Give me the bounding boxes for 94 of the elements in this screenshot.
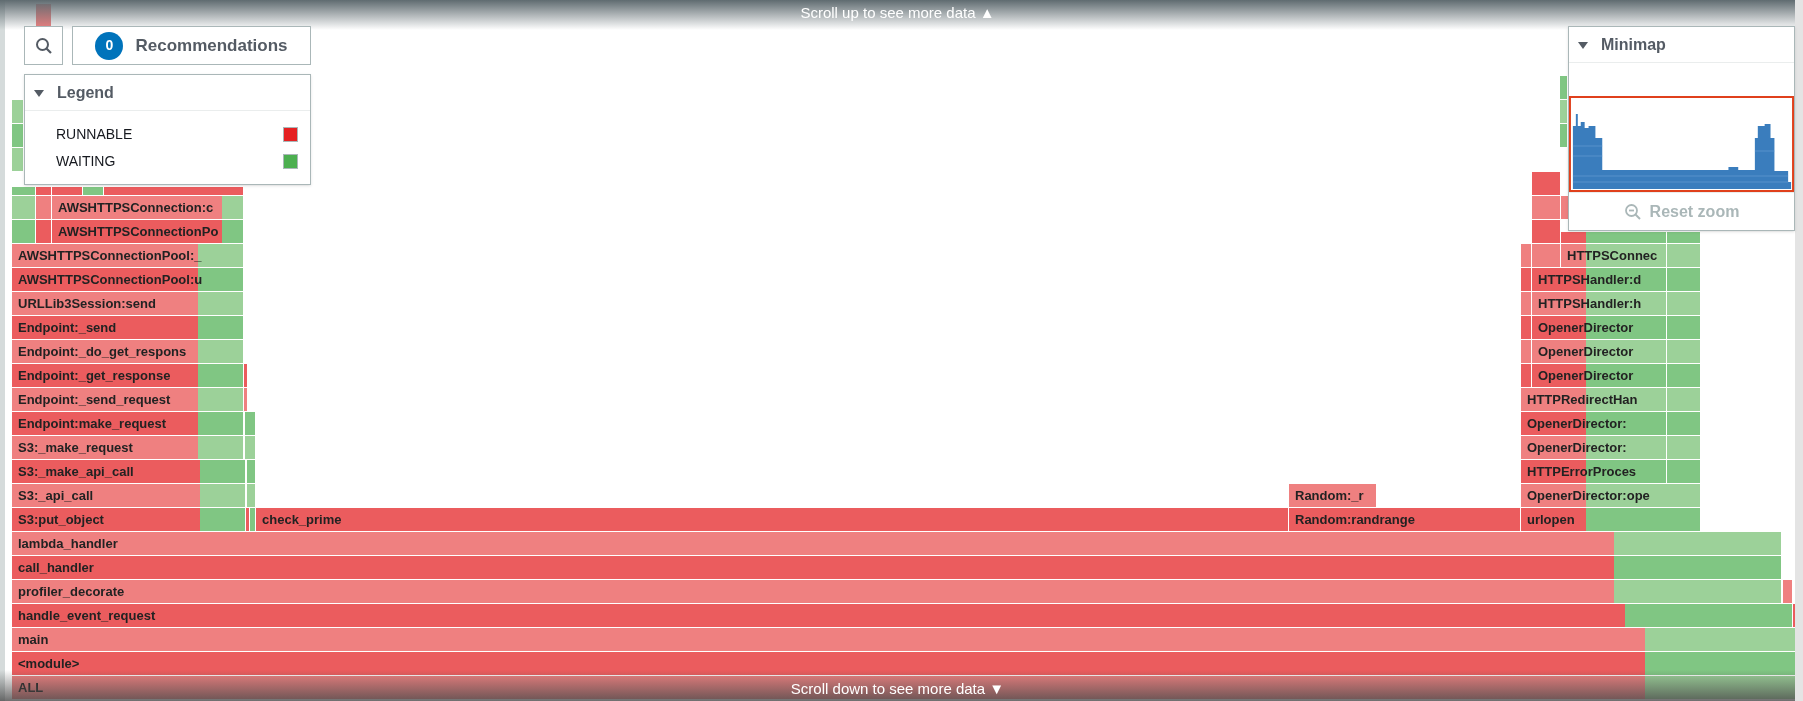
stack-frame[interactable] xyxy=(1667,268,1700,291)
stack-frame[interactable]: Random:randrange xyxy=(1289,508,1520,531)
stack-frame[interactable] xyxy=(12,100,23,123)
stack-frame[interactable]: S3:_api_call xyxy=(12,484,245,507)
scroll-down-hint[interactable]: Scroll down to see more data ▼ xyxy=(790,677,1005,701)
stack-frame[interactable] xyxy=(247,460,255,483)
stack-frame[interactable]: S3:_make_api_call xyxy=(12,460,245,483)
stack-frame[interactable]: OpenerDirector:ope xyxy=(1521,484,1700,507)
stack-frame[interactable]: urlopen xyxy=(1521,508,1700,531)
stack-frame[interactable] xyxy=(1667,340,1700,363)
stack-frame[interactable]: HTTPErrorProces xyxy=(1521,460,1666,483)
stack-frame[interactable]: check_prime xyxy=(256,508,1288,531)
stack-frame[interactable] xyxy=(36,196,51,219)
stack-frame[interactable] xyxy=(245,412,255,435)
stack-frame[interactable]: AWSHTTPSConnectionPool:_ xyxy=(12,244,243,267)
stack-frame[interactable]: URLLib3Session:send xyxy=(12,292,243,315)
stack-frame[interactable]: HTTPSConnec xyxy=(1561,244,1666,267)
stack-frame[interactable]: lambda_handler xyxy=(12,532,1781,555)
stack-frame[interactable]: Endpoint:make_request xyxy=(12,412,243,435)
stack-frame[interactable]: HTTPRedirectHan xyxy=(1521,388,1666,411)
stack-frame[interactable] xyxy=(1521,364,1531,387)
stack-frame[interactable] xyxy=(1521,268,1531,291)
search-icon xyxy=(34,36,53,55)
recommendations-button[interactable]: 0 Recommendations xyxy=(72,26,311,65)
stack-frame[interactable]: HTTPSHandler:h xyxy=(1532,292,1666,315)
stack-frame[interactable] xyxy=(250,508,255,531)
stack-frame[interactable] xyxy=(1561,232,1666,243)
stack-frame[interactable] xyxy=(12,187,35,195)
stack-frame[interactable] xyxy=(1521,244,1531,267)
stack-frame[interactable]: Endpoint:_do_get_respons xyxy=(12,340,243,363)
search-button[interactable] xyxy=(24,26,63,65)
stack-frame[interactable]: S3:_make_request xyxy=(12,436,243,459)
stack-frame[interactable]: handle_event_request xyxy=(12,604,1792,627)
zoom-out-icon xyxy=(1623,202,1642,221)
stack-frame[interactable] xyxy=(36,187,51,195)
stack-frame[interactable] xyxy=(244,388,247,411)
stack-frame[interactable] xyxy=(12,196,35,219)
stack-frame[interactable] xyxy=(1532,172,1560,195)
stack-frame[interactable] xyxy=(104,187,243,195)
stack-frame[interactable] xyxy=(1667,292,1700,315)
stack-frame[interactable]: OpenerDirector xyxy=(1532,316,1666,339)
stack-frame[interactable] xyxy=(52,187,82,195)
stack-frame[interactable] xyxy=(1783,580,1792,603)
minimap-title: Minimap xyxy=(1601,34,1666,55)
stack-frame[interactable]: OpenerDirector xyxy=(1532,364,1666,387)
stack-frame[interactable] xyxy=(1521,316,1531,339)
stack-frame[interactable] xyxy=(1560,100,1567,123)
legend-title: Legend xyxy=(57,82,114,103)
stack-frame[interactable] xyxy=(1667,388,1700,411)
stack-frame[interactable] xyxy=(1667,364,1700,387)
stack-frame[interactable]: <module> xyxy=(12,652,1795,675)
legend-label: WAITING xyxy=(56,152,116,171)
stack-frame[interactable] xyxy=(1667,232,1700,243)
stack-frame[interactable] xyxy=(1521,292,1531,315)
stack-frame[interactable]: AWSHTTPSConnectionPool:u xyxy=(12,268,243,291)
stack-frame[interactable] xyxy=(1667,436,1700,459)
stack-frame[interactable] xyxy=(1667,244,1700,267)
stack-frame[interactable]: profiler_decorate xyxy=(12,580,1781,603)
stack-frame[interactable] xyxy=(244,364,247,387)
count-badge: 0 xyxy=(95,31,124,60)
stack-frame[interactable]: Endpoint:_get_response xyxy=(12,364,243,387)
stack-frame[interactable] xyxy=(36,220,51,243)
stack-frame[interactable] xyxy=(1521,340,1531,363)
stack-frame[interactable] xyxy=(12,220,35,243)
stack-frame[interactable]: AWSHTTPSConnectionPo xyxy=(52,220,243,243)
stack-frame[interactable] xyxy=(1667,412,1700,435)
stack-frame[interactable]: Endpoint:_send xyxy=(12,316,243,339)
stack-frame[interactable] xyxy=(1667,316,1700,339)
stack-frame[interactable] xyxy=(245,436,255,459)
stack-frame[interactable]: Endpoint:_send_request xyxy=(12,388,243,411)
stack-frame[interactable] xyxy=(1667,460,1700,483)
stack-frame[interactable] xyxy=(1532,244,1560,267)
stack-frame[interactable] xyxy=(1560,76,1567,99)
stack-frame[interactable] xyxy=(83,187,103,195)
stack-frame[interactable]: main xyxy=(12,628,1795,651)
stack-frame[interactable] xyxy=(1561,196,1568,219)
stack-frame[interactable]: call_handler xyxy=(12,556,1781,579)
stack-frame[interactable] xyxy=(1532,196,1560,219)
scrollbar[interactable] xyxy=(1795,0,1803,701)
stack-frame[interactable]: OpenerDirector: xyxy=(1521,412,1666,435)
stack-frame[interactable] xyxy=(1532,220,1560,243)
stack-frame[interactable] xyxy=(246,508,249,531)
stack-frame[interactable] xyxy=(12,148,23,171)
stack-frame[interactable] xyxy=(36,4,51,27)
stack-frame[interactable]: AWSHTTPSConnection:c xyxy=(52,196,243,219)
stack-frame[interactable]: OpenerDirector xyxy=(1532,340,1666,363)
stack-frame[interactable] xyxy=(12,124,23,147)
stack-frame[interactable] xyxy=(1560,124,1567,147)
legend-label: RUNNABLE xyxy=(56,125,133,144)
stack-frame[interactable]: S3:put_object xyxy=(12,508,245,531)
stack-frame[interactable]: Random:_r xyxy=(1289,484,1376,507)
stack-frame[interactable]: OpenerDirector: xyxy=(1521,436,1666,459)
stack-frame[interactable] xyxy=(247,484,255,507)
minimap-drawing[interactable] xyxy=(1569,96,1794,192)
